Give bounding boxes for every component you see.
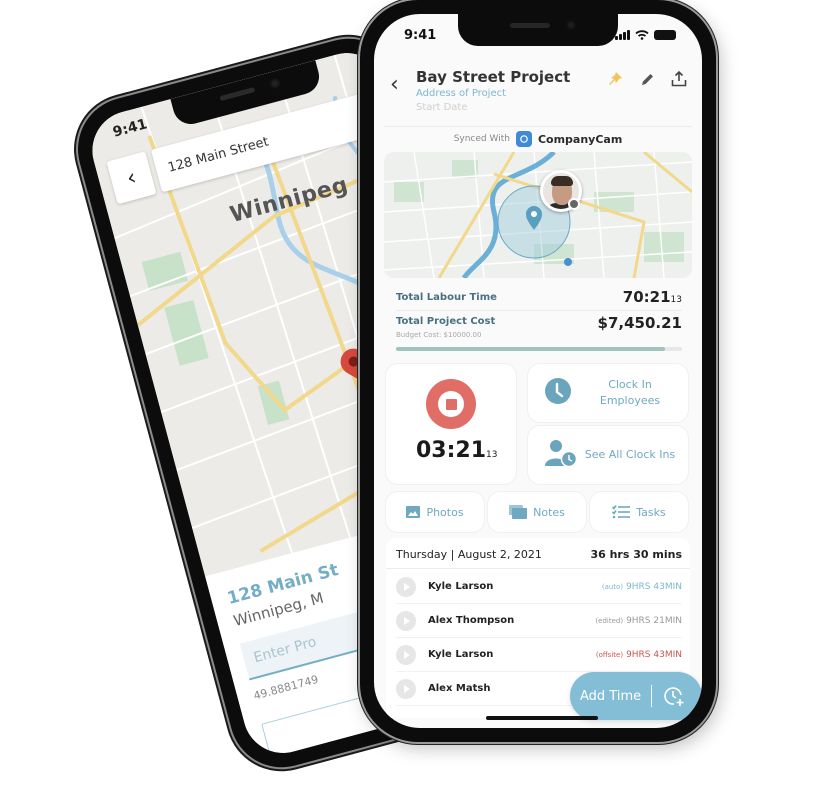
speaker: [219, 86, 256, 102]
budget-progress-fill: [396, 347, 665, 351]
log-entry[interactable]: Kyle Larson (offsite) 9HRS 43MIN: [396, 638, 682, 672]
timer-display: 03:2113: [416, 438, 497, 463]
entry-duration: 9HRS 43MIN: [626, 649, 682, 660]
fab-separator: [651, 685, 653, 707]
labour-value: 70:2113: [623, 288, 682, 306]
page-title: Bay Street Project: [416, 68, 571, 86]
labour-time: 70:21: [622, 288, 671, 306]
clock-plus-icon: [664, 687, 684, 706]
tab-photos-label: Photos: [426, 505, 464, 519]
entry-duration: 9HRS 21MIN: [626, 615, 682, 626]
employee-name: Alex Thompson: [428, 615, 515, 626]
entry-tag: (edited): [595, 616, 624, 625]
cost-value: $7,450.21: [597, 314, 682, 332]
divider: [386, 568, 690, 569]
cost-label: Total Project Cost: [396, 316, 496, 327]
timer-card: 03:2113: [386, 364, 516, 484]
tab-tasks[interactable]: Tasks: [590, 492, 688, 532]
camera: [566, 20, 576, 30]
avatar-status-icon: [568, 198, 580, 210]
log-total: 36 hrs 30 mins: [590, 548, 682, 561]
companycam-logo-icon: [515, 131, 532, 147]
front-phone-screen: 9:41 ‹ Bay Street Project Address of Pro…: [374, 14, 702, 728]
log-date: Thursday | August 2, 2021: [396, 548, 542, 561]
entry-tag: (offsite): [595, 650, 624, 659]
budget-label: Budget Cost: $10000.00: [396, 331, 482, 339]
play-icon[interactable]: [396, 644, 416, 665]
project-map[interactable]: [384, 152, 692, 278]
battery-icon: [654, 30, 676, 40]
clock-icon: [544, 377, 572, 409]
tasks-icon: [612, 505, 631, 519]
employee-name: Kyle Larson: [428, 649, 494, 660]
divider: [396, 310, 682, 311]
stop-timer-button[interactable]: [426, 379, 476, 429]
share-icon[interactable]: [670, 70, 688, 88]
labour-seconds: 13: [670, 295, 682, 305]
header-actions: [606, 70, 688, 88]
total-labour-row: Total Labour Time 70:2113: [396, 286, 682, 308]
sync-label: Synced With: [453, 134, 510, 144]
sync-status: Synced With CompanyCam: [374, 128, 702, 150]
employee-name: Kyle Larson: [428, 581, 494, 592]
time-log-header: Thursday | August 2, 2021 36 hrs 30 mins: [396, 548, 682, 561]
add-time-label: Add Time: [580, 688, 642, 704]
wifi-icon: [635, 30, 649, 40]
tab-notes[interactable]: Notes: [488, 492, 586, 532]
entry-tag: (auto): [601, 582, 624, 591]
user-clock-icon: [544, 438, 578, 472]
sync-service-name: CompanyCam: [537, 132, 623, 146]
pin-icon[interactable]: [606, 70, 624, 88]
chevron-left-icon: ‹: [390, 72, 399, 97]
map-graphic: [384, 152, 692, 278]
project-start-date: Start Date: [416, 102, 468, 113]
clock-in-employees-button[interactable]: Clock In Employees: [528, 364, 688, 422]
status-time: 9:41: [404, 28, 437, 43]
edit-icon[interactable]: [638, 70, 656, 88]
timer-seconds: 13: [486, 450, 498, 460]
status-icons: [615, 30, 676, 40]
front-phone-frame: 9:41 ‹ Bay Street Project Address of Pro…: [360, 0, 716, 742]
chevron-left-icon: ‹: [123, 164, 139, 192]
tab-notes-label: Notes: [533, 505, 565, 519]
total-cost-row: Total Project Cost Budget Cost: $10000.0…: [396, 314, 682, 344]
stop-icon: [445, 398, 457, 410]
camera: [268, 77, 282, 90]
image-icon: [406, 506, 421, 518]
add-time-button[interactable]: Add Time: [570, 672, 702, 720]
play-icon[interactable]: [396, 576, 416, 597]
notes-icon: [509, 505, 528, 519]
log-entry[interactable]: Alex Thompson (edited) 9HRS 21MIN: [396, 604, 682, 638]
budget-progress-bar: [396, 347, 682, 351]
labour-label: Total Labour Time: [396, 291, 497, 303]
tab-photos[interactable]: Photos: [386, 492, 484, 532]
speaker: [510, 23, 550, 28]
play-icon[interactable]: [396, 610, 416, 631]
clock-in-label: Clock In Employees: [599, 378, 661, 407]
tab-tasks-label: Tasks: [636, 505, 666, 519]
play-icon[interactable]: [396, 678, 416, 699]
project-header: ‹ Bay Street Project Address of Project …: [374, 64, 702, 126]
timer-value: 03:21: [416, 438, 487, 463]
see-all-label: See All Clock Ins: [584, 448, 676, 461]
back-button[interactable]: ‹: [390, 72, 399, 97]
project-address[interactable]: Address of Project: [416, 88, 506, 99]
entry-duration: 9HRS 43MIN: [626, 581, 682, 592]
signal-icon: [615, 30, 630, 40]
divider: [384, 126, 692, 127]
see-all-clock-ins-button[interactable]: See All Clock Ins: [528, 426, 688, 484]
log-entry[interactable]: Kyle Larson (auto) 9HRS 43MIN: [396, 570, 682, 604]
notch: [458, 14, 618, 46]
home-indicator: [486, 716, 598, 720]
